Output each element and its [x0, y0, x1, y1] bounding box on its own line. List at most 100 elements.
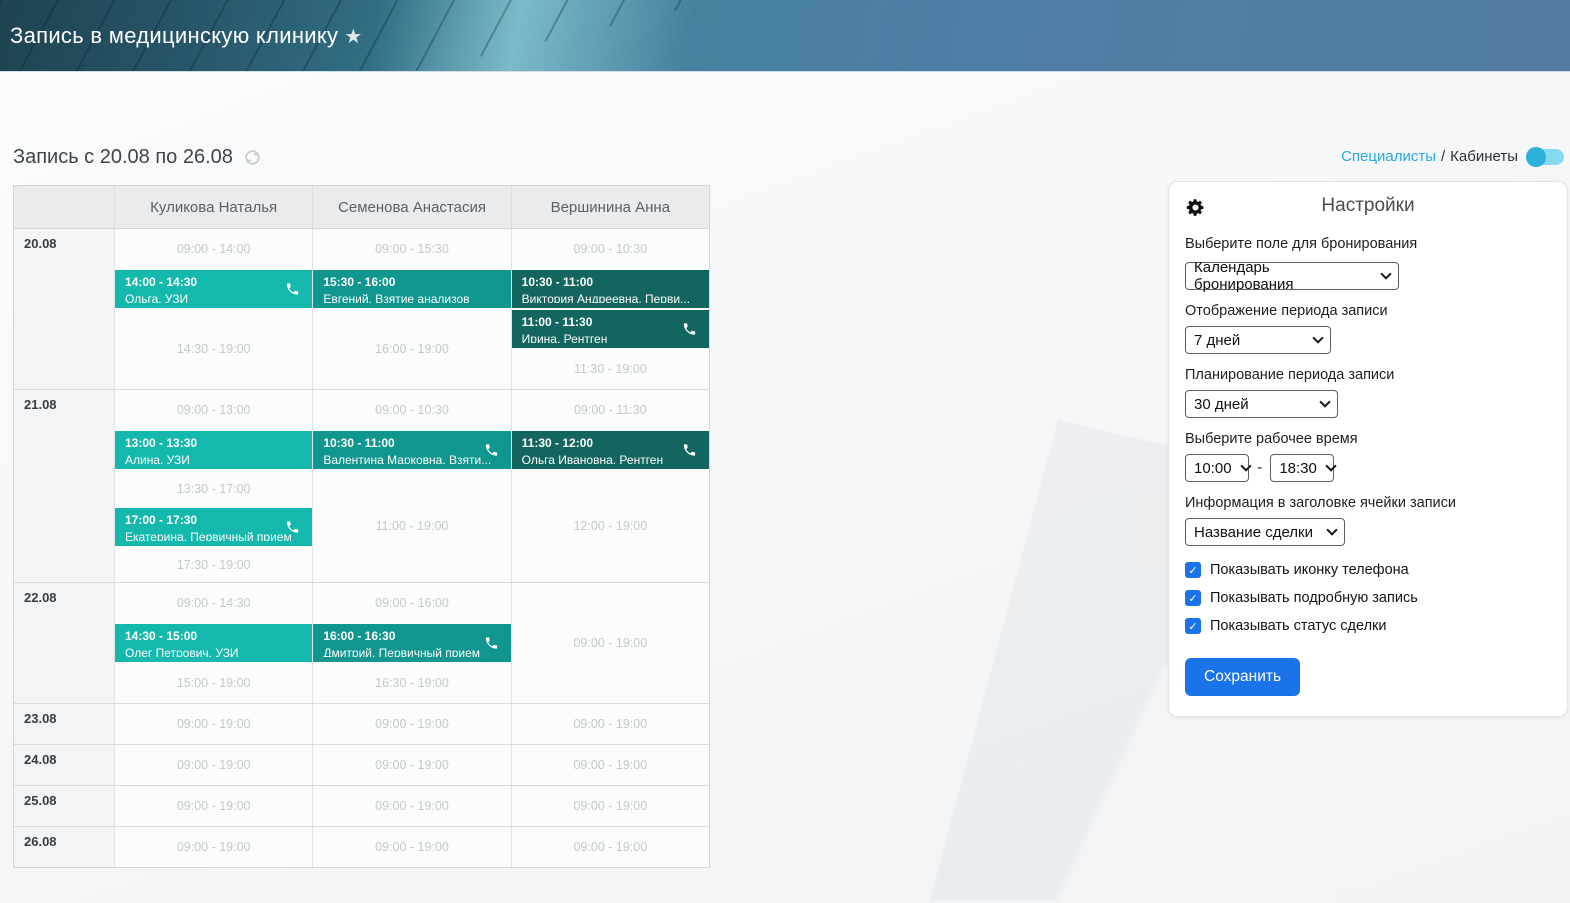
- cell-header-info-select[interactable]: Название сделки: [1185, 518, 1345, 546]
- view-switch: Специалисты / Кабинеты: [1341, 146, 1564, 167]
- show-deal-status-checkbox-row[interactable]: ✓ Показывать статус сделки: [1185, 618, 1551, 634]
- appointment-cell[interactable]: 11:00 - 11:30 Ирина. Рентген: [511, 310, 709, 348]
- checkbox-checked-icon[interactable]: ✓: [1185, 562, 1201, 578]
- show-phone-icon-checkbox-row[interactable]: ✓ Показывать иконку телефона: [1185, 562, 1551, 578]
- specialist-day-cell: 09:00 - 15:30 15:30 - 16:00 Евгений. Взяти…: [312, 229, 511, 389]
- specialist-column-header: Куликова Наталья: [114, 186, 312, 228]
- specialist-day-cell: 09:00 - 10:30 10:30 - 11:00 Валентина Марк…: [312, 390, 511, 582]
- specialist-day-cell: 09:00 - 10:30 10:30 - 11:00 Виктория Андре…: [510, 229, 709, 389]
- calendar-date-row: 24.08 09:00 - 19:00 09:00 - 19:00 09:00 - 1…: [14, 745, 709, 786]
- booking-field-label: Выберите поле для бронирования: [1185, 236, 1418, 252]
- appointment-title: Екатерина. Первичный прием: [125, 530, 292, 541]
- work-time-dash: -: [1257, 459, 1263, 476]
- free-slot[interactable]: 13:30 - 17:00: [115, 470, 312, 507]
- free-slot[interactable]: 09:00 - 19:00: [512, 786, 709, 826]
- free-slot[interactable]: 11:00 - 19:00: [313, 470, 510, 582]
- specialist-day-cell: 09:00 - 19:00: [312, 745, 511, 785]
- checkbox-checked-icon[interactable]: ✓: [1185, 618, 1201, 634]
- phone-icon: [484, 443, 499, 458]
- specialist-day-cell: 09:00 - 19:00: [510, 704, 709, 744]
- free-slot[interactable]: 09:00 - 13:00: [115, 390, 312, 430]
- specialist-day-cell: 09:00 - 19:00: [510, 827, 709, 867]
- settings-panel: Настройки Выберите поле для бронирования…: [1168, 181, 1568, 717]
- free-slot[interactable]: 09:00 - 19:00: [512, 583, 709, 703]
- free-slot[interactable]: 09:00 - 19:00: [313, 745, 510, 785]
- specialists-link[interactable]: Специалисты: [1341, 148, 1436, 165]
- free-slot[interactable]: 09:00 - 15:30: [313, 229, 510, 269]
- appointment-cell[interactable]: 11:30 - 12:00 Ольга Ивановна. Рентген: [511, 431, 709, 469]
- specialist-day-cell: 09:00 - 16:00 16:00 - 16:30 Дмитрий. Перви…: [312, 583, 511, 703]
- calendar-date-row: 23.08 09:00 - 19:00 09:00 - 19:00 09:00 - 1…: [14, 704, 709, 745]
- free-slot[interactable]: 09:00 - 16:00: [313, 583, 510, 623]
- appointment-cell[interactable]: 17:00 - 17:30 Екатерина. Первичный прием: [115, 508, 313, 546]
- free-slot[interactable]: 15:00 - 19:00: [115, 663, 312, 703]
- planning-period-value: 30 дней: [1194, 395, 1249, 413]
- free-slot[interactable]: 09:00 - 19:00: [115, 745, 312, 785]
- specialist-day-cell: 09:00 - 14:00 14:00 - 14:30 Ольга. УЗИ 14:3…: [114, 229, 313, 389]
- chevron-down-icon: [1380, 268, 1392, 280]
- appointment-cell[interactable]: 13:00 - 13:30 Алина. УЗИ: [115, 431, 313, 469]
- schedule-table: Куликова Наталья Семенова Анастасия Вершин…: [13, 185, 710, 868]
- refresh-icon[interactable]: [243, 148, 262, 167]
- appointment-time: 11:00 - 11:30: [521, 315, 593, 329]
- free-slot[interactable]: 09:00 - 19:00: [512, 827, 709, 867]
- work-time-to-select[interactable]: 18:30: [1270, 454, 1337, 482]
- display-period-select[interactable]: 7 дней: [1185, 326, 1331, 354]
- specialist-day-cell: 09:00 - 19:00: [114, 786, 313, 826]
- phone-icon: [682, 322, 697, 337]
- free-slot[interactable]: 09:00 - 10:30: [313, 390, 510, 430]
- free-slot[interactable]: 09:00 - 19:00: [512, 745, 709, 785]
- appointment-cell[interactable]: 14:30 - 15:00 Олег Петрович. УЗИ: [115, 624, 313, 662]
- free-slot[interactable]: 16:00 - 19:00: [313, 309, 510, 389]
- free-slot[interactable]: 09:00 - 19:00: [115, 827, 312, 867]
- appointment-time: 16:00 - 16:30: [323, 629, 396, 643]
- free-slot[interactable]: 16:30 - 19:00: [313, 663, 510, 703]
- calendar-date-row: 26.08 09:00 - 19:00 09:00 - 19:00 09:00 - 1…: [14, 827, 709, 867]
- specialist-day-cell: 09:00 - 19:00: [312, 786, 511, 826]
- work-time-from-select[interactable]: 10:00: [1185, 454, 1252, 482]
- work-time-row: 10:00 - 18:30: [1185, 454, 1551, 482]
- show-detailed-record-checkbox-row[interactable]: ✓ Показывать подробную запись: [1185, 590, 1551, 606]
- free-slot[interactable]: 09:00 - 19:00: [115, 704, 312, 744]
- cell-header-info-label: Информация в заголовке ячейки записи: [1185, 495, 1457, 511]
- free-slot[interactable]: 09:00 - 19:00: [115, 786, 312, 826]
- specialist-column-header: Вершинина Анна: [510, 186, 709, 228]
- free-slot[interactable]: 11:30 - 19:00: [512, 349, 709, 389]
- appointment-time: 10:30 - 11:00: [323, 436, 395, 450]
- free-slot[interactable]: 17:30 - 19:00: [115, 547, 312, 582]
- free-slot[interactable]: 09:00 - 10:30: [512, 229, 709, 269]
- gear-icon[interactable]: [1185, 197, 1206, 223]
- appointment-time: 11:30 - 12:00: [521, 436, 594, 450]
- switch-separator: /: [1440, 148, 1446, 165]
- save-button[interactable]: Сохранить: [1185, 658, 1301, 696]
- phone-icon: [682, 443, 697, 458]
- date-label: 21.08: [14, 390, 114, 582]
- free-slot[interactable]: 09:00 - 11:30: [512, 390, 709, 430]
- appointment-cell[interactable]: 16:00 - 16:30 Дмитрий. Первичный прием: [313, 624, 511, 662]
- toolbar: Запись с 20.08 по 26.08: [13, 146, 262, 169]
- free-slot[interactable]: 09:00 - 19:00: [313, 704, 510, 744]
- planning-period-select[interactable]: 30 дней: [1185, 390, 1338, 418]
- appointment-title: Ольга Ивановна. Рентген: [521, 453, 664, 464]
- free-slot[interactable]: 14:30 - 19:00: [115, 309, 312, 389]
- appointment-cell[interactable]: 14:00 - 14:30 Ольга. УЗИ: [115, 270, 313, 308]
- view-toggle[interactable]: [1526, 146, 1564, 167]
- booking-field-select[interactable]: Календарь бронирования: [1185, 259, 1399, 293]
- specialist-day-cell: 09:00 - 19:00: [114, 704, 313, 744]
- appointment-cell[interactable]: 10:30 - 11:00 Валентина Марковна. Взяти..…: [313, 431, 511, 469]
- checkbox-checked-icon[interactable]: ✓: [1185, 590, 1201, 606]
- specialist-day-cell: 09:00 - 13:00 13:00 - 13:30 Алина. УЗИ 13:3…: [114, 390, 313, 582]
- appointment-cell[interactable]: 10:30 - 11:00 Виктория Андреевна. Перви..…: [511, 270, 709, 308]
- free-slot[interactable]: 09:00 - 19:00: [313, 786, 510, 826]
- calendar-date-row: 21.08 09:00 - 13:00 13:00 - 13:30 Алина. УЗ…: [14, 390, 709, 583]
- free-slot[interactable]: 09:00 - 14:00: [115, 229, 312, 269]
- free-slot[interactable]: 09:00 - 19:00: [512, 704, 709, 744]
- appointment-time: 10:30 - 11:00: [521, 275, 594, 289]
- free-slot[interactable]: 09:00 - 19:00: [313, 827, 510, 867]
- planning-period-label: Планирование периода записи: [1185, 367, 1395, 383]
- appointment-title: Евгений. Взятие анализов: [323, 292, 470, 303]
- free-slot[interactable]: 09:00 - 14:30: [115, 583, 312, 623]
- appointment-cell[interactable]: 15:30 - 16:00 Евгений. Взятие анализов: [313, 270, 511, 308]
- free-slot[interactable]: 12:00 - 19:00: [512, 470, 709, 582]
- date-column-spacer: [14, 186, 114, 228]
